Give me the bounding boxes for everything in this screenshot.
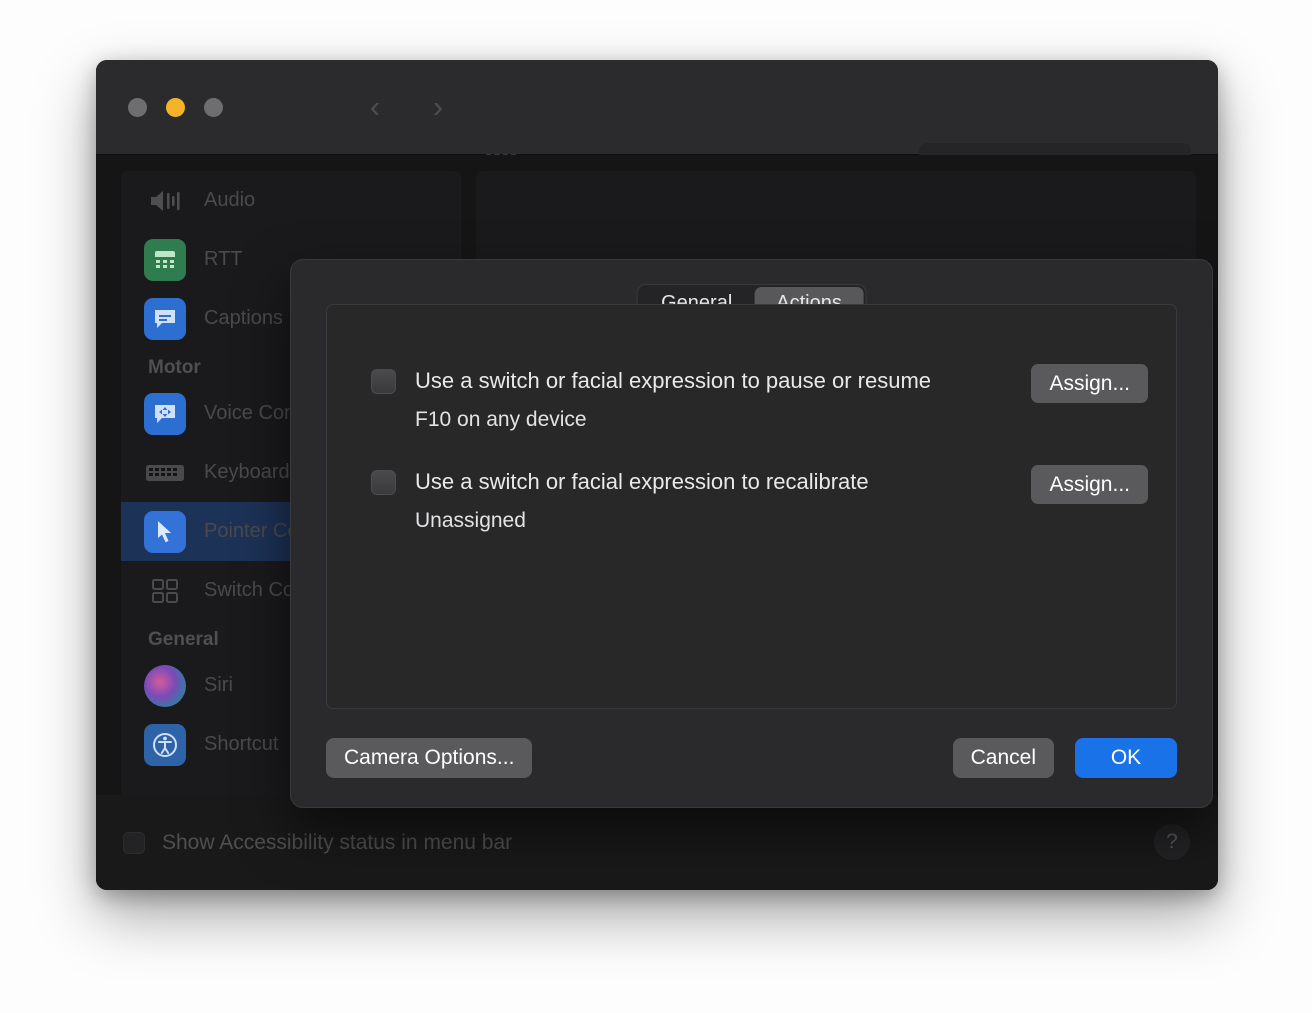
close-button[interactable] (128, 98, 147, 117)
camera-options-button[interactable]: Camera Options... (326, 738, 533, 778)
sheet-footer: Camera Options... Cancel OK (326, 738, 1177, 780)
show-status-checkbox[interactable] (123, 831, 145, 854)
arrow-cursor-icon (158, 520, 171, 542)
bubble-arrows-icon (155, 404, 175, 423)
zoom-button[interactable] (204, 98, 223, 117)
minimize-button[interactable] (166, 98, 185, 117)
traffic-lights (128, 98, 223, 117)
sidebar-item-label: Keyboard (204, 461, 290, 483)
actions-panel: Use a switch or facial expression to pau… (326, 304, 1177, 709)
system-preferences-window: ‹ › Accessibility Search (96, 60, 1218, 890)
pause-resume-assignment: F10 on any device (415, 408, 587, 431)
assign-recalibrate-button[interactable]: Assign... (1031, 465, 1148, 504)
desktop-background: ‹ › Accessibility Search (0, 0, 1312, 1013)
option-recalibrate: Use a switch or facial expression to rec… (371, 465, 1148, 533)
assign-pause-resume-button[interactable]: Assign... (1031, 364, 1148, 403)
show-status-label: Show Accessibility status in menu bar (162, 830, 513, 854)
audio-icon (144, 180, 186, 222)
sidebar-item-label: Captions (204, 307, 283, 329)
option-pause-resume: Use a switch or facial expression to pau… (371, 364, 1148, 432)
pointer-control-options-sheet: General Actions Use a switch or facial e… (290, 259, 1213, 808)
pointer-control-icon (144, 510, 186, 553)
back-button[interactable]: ‹ (358, 90, 392, 126)
recalibrate-checkbox[interactable] (371, 469, 396, 495)
ok-button[interactable]: OK (1075, 738, 1177, 778)
sidebar-item-label: Shortcut (204, 733, 279, 755)
window-titlebar: ‹ › Accessibility Search (96, 60, 1218, 187)
siri-icon (144, 664, 186, 707)
option-pause-resume-line: Use a switch or facial expression to pau… (371, 364, 1148, 403)
accessibility-person-icon (153, 732, 177, 757)
option-recalibrate-line: Use a switch or facial expression to rec… (371, 465, 1148, 504)
switch-control-icon (144, 570, 186, 612)
cancel-button[interactable]: Cancel (952, 738, 1054, 778)
speech-bubble-icon (155, 309, 175, 328)
accessibility-shortcut-icon (144, 723, 186, 766)
speaker-waves-icon (151, 190, 180, 211)
keyboard-glyph-icon (146, 464, 184, 481)
sidebar-item-label: Audio (204, 189, 256, 211)
recalibrate-label: Use a switch or facial expression to rec… (415, 469, 869, 494)
help-button[interactable]: ? (1154, 824, 1190, 860)
phone-glyph-icon (155, 250, 175, 268)
captions-icon (144, 297, 186, 340)
forward-button[interactable]: › (421, 90, 455, 126)
four-squares-icon (152, 578, 178, 603)
rtt-phone-icon (144, 238, 186, 281)
sidebar-item-label: RTT (204, 248, 243, 270)
window-bottom-bar: Show Accessibility status in menu bar ? (96, 795, 1218, 890)
sidebar-item-audio[interactable]: Audio (121, 171, 461, 230)
pause-resume-label: Use a switch or facial expression to pau… (415, 368, 932, 393)
voice-control-icon (144, 392, 186, 435)
recalibrate-assignment: Unassigned (415, 509, 526, 532)
pause-resume-checkbox[interactable] (371, 368, 396, 394)
sidebar-item-label: Siri (204, 674, 233, 696)
keyboard-icon (144, 452, 186, 494)
